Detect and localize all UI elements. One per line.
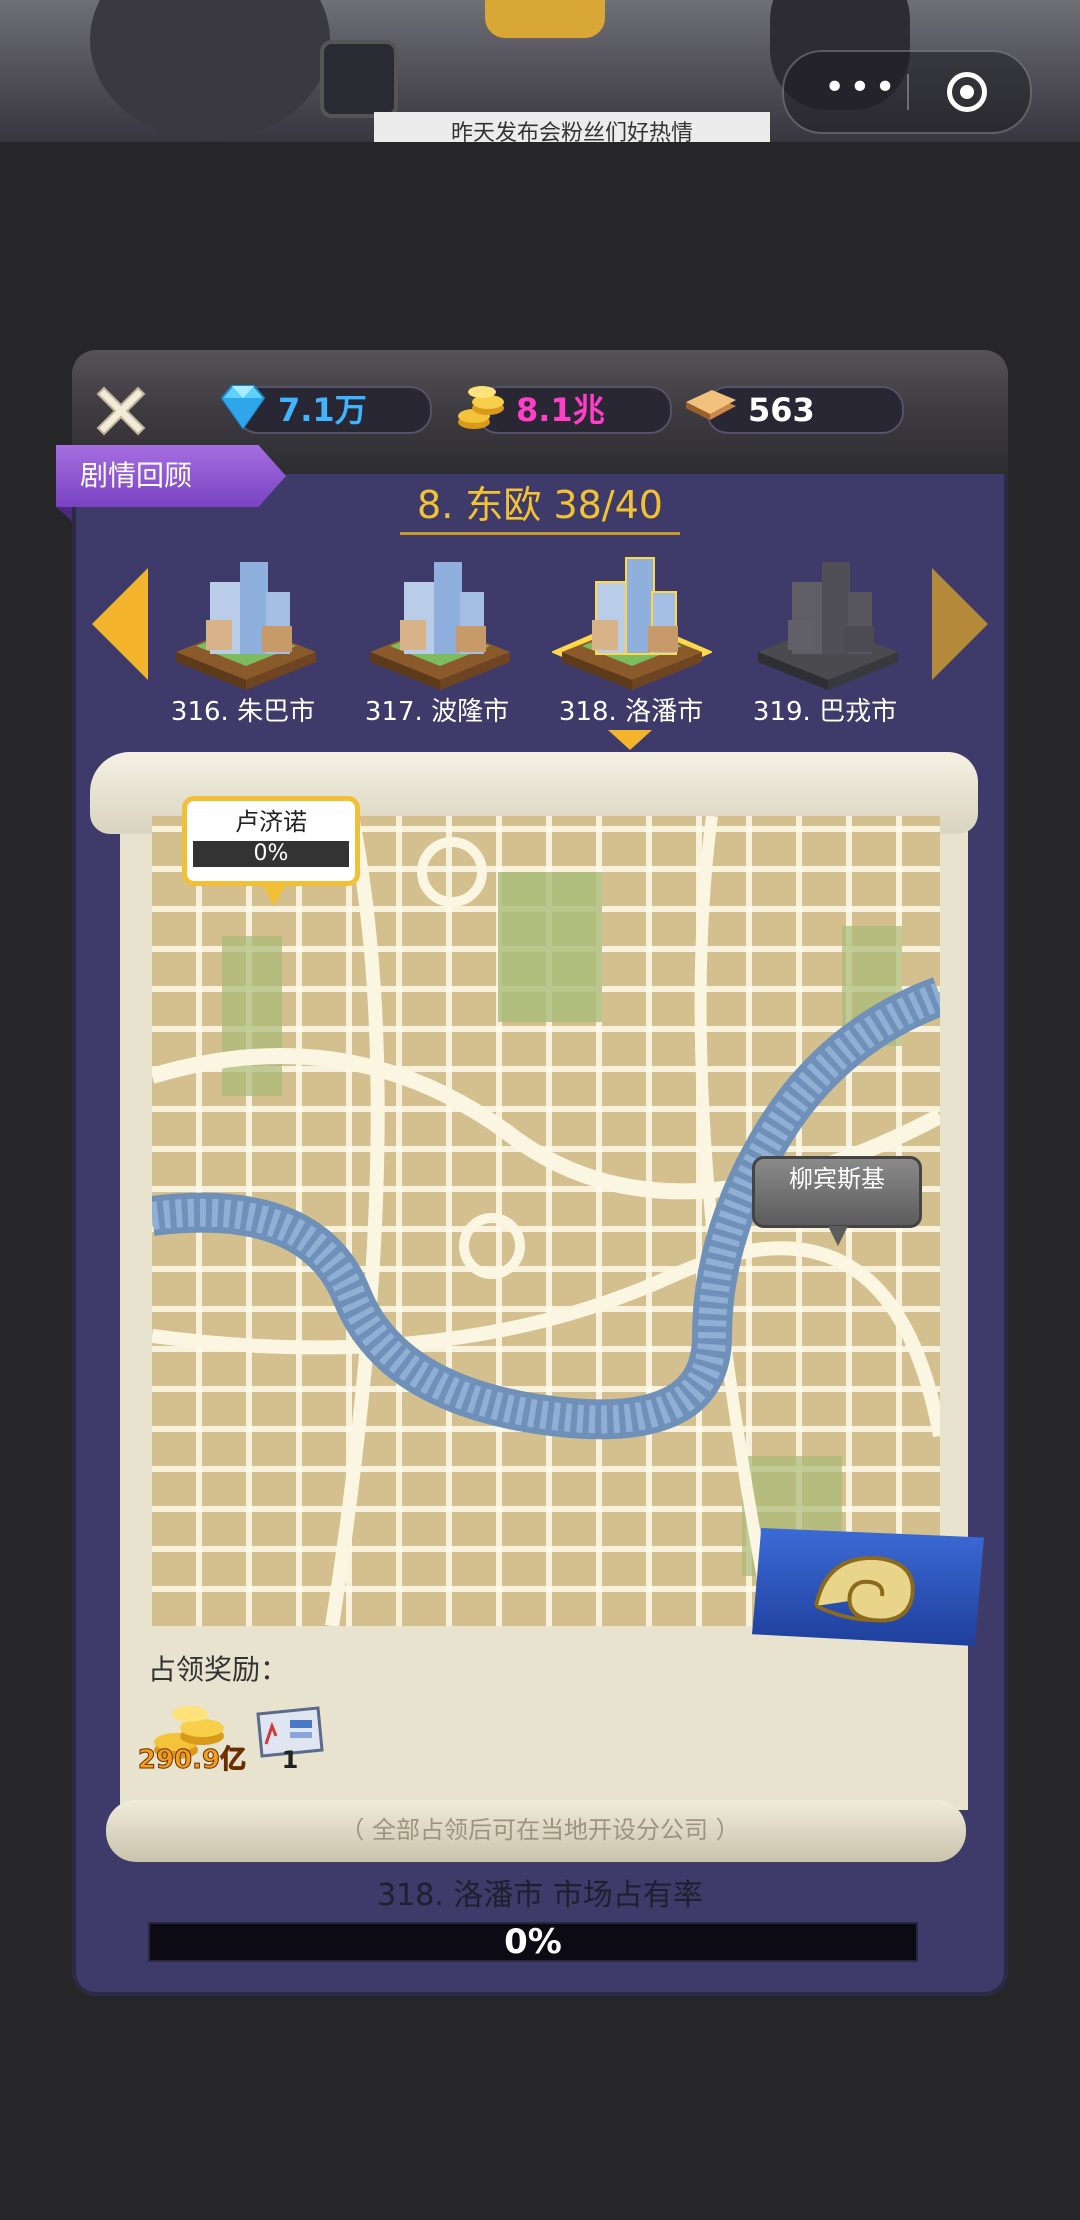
market-share-progress-bar: 0%: [148, 1922, 918, 1962]
coin-value: 8.1兆: [516, 391, 605, 429]
more-icon[interactable]: •••: [824, 70, 900, 106]
tag-fold: [56, 507, 72, 521]
scene-gold-pile: [485, 0, 605, 38]
gold-coins-icon: [458, 386, 504, 429]
district-pin-active[interactable]: 卢济诺 0%: [182, 796, 360, 886]
scene-character: [90, 0, 330, 140]
exit-miniprogram-icon[interactable]: [947, 72, 987, 112]
district-progress: 0%: [193, 841, 349, 867]
reward-card-amount: 1: [281, 1746, 299, 1774]
pin-pointer: [828, 1226, 848, 1246]
capsule-divider: [907, 74, 909, 110]
region-title: 8. 东欧 38/40: [400, 478, 680, 535]
previous-city-arrow[interactable]: [92, 568, 148, 680]
district-name: 卢济诺: [235, 808, 307, 836]
city-label-selected[interactable]: 318. 洛潘市: [536, 694, 726, 730]
city-building-icon-selected[interactable]: [552, 542, 712, 692]
news-ticker: 昨天发布会粉丝们好热情: [374, 112, 770, 142]
pin-pointer: [262, 884, 286, 906]
city-building-icon[interactable]: [166, 542, 326, 692]
branch-office-note: （ 全部占领后可在当地开设分公司 ）: [340, 1816, 740, 1844]
story-review-button[interactable]: 剧情回顾: [56, 445, 286, 507]
next-city-arrow[interactable]: [932, 568, 988, 680]
city-label[interactable]: 317. 波隆市: [342, 694, 532, 730]
market-share-value: 0%: [504, 1922, 562, 1962]
nautilus-shell-icon[interactable]: [806, 1546, 926, 1630]
city-building-icon[interactable]: [360, 542, 520, 692]
miniprogram-capsule[interactable]: •••: [782, 50, 1032, 134]
city-label[interactable]: 319. 巴戎市: [730, 694, 920, 730]
ticket-value: 563: [748, 391, 815, 429]
diamond-value: 7.1万: [278, 391, 367, 429]
reward-coin-amount: 290.9亿: [137, 1745, 247, 1776]
market-share-label: 318. 洛潘市 市场占有率: [377, 1878, 703, 1913]
city-label[interactable]: 316. 朱巴市: [148, 694, 338, 730]
diamond-icon: [220, 385, 266, 430]
district-name: 柳宾斯基: [789, 1165, 885, 1193]
reward-title: 占领奖励：: [148, 1653, 289, 1686]
close-icon[interactable]: [90, 380, 152, 442]
camera-icon: [320, 40, 398, 118]
ticket-stack-icon: [686, 390, 736, 420]
district-pin-locked[interactable]: 柳宾斯基: [752, 1156, 922, 1228]
city-building-icon-locked[interactable]: [748, 542, 908, 692]
selected-city-marker: [608, 730, 652, 750]
